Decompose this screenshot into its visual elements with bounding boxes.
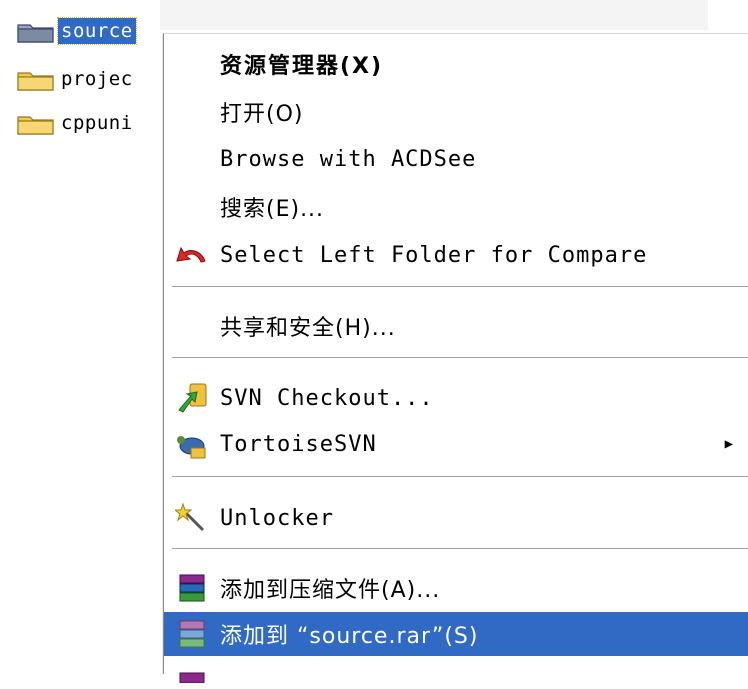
unlocker-wand-icon	[172, 502, 212, 534]
menu-item-open[interactable]: 打开(O)	[164, 90, 748, 134]
folder-name[interactable]: source	[57, 17, 137, 45]
undo-arrow-icon	[172, 239, 212, 271]
folder-item-projec[interactable]: projec	[16, 66, 136, 92]
menu-item-label: 资源管理器(X)	[220, 54, 384, 79]
menu-item-add-to-source-rar[interactable]: 添加到 “source.rar”(S)	[164, 612, 748, 656]
menu-item-svn-checkout[interactable]: SVN Checkout...	[164, 376, 748, 420]
pane-header-strip	[160, 0, 708, 30]
menu-item-label: SVN Checkout...	[220, 385, 434, 411]
menu-item-search[interactable]: 搜索(E)...	[164, 185, 748, 229]
menu-item-label: 添加到 “source.rar”(S)	[220, 624, 479, 649]
submenu-arrow-icon: ▶	[724, 436, 733, 452]
menu-item-explorer[interactable]: 资源管理器(X)	[164, 42, 748, 86]
folder-item-cppuni[interactable]: cppuni	[16, 110, 136, 136]
menu-separator	[172, 476, 748, 478]
menu-item-add-to-archive[interactable]: 添加到压缩文件(A)...	[164, 566, 748, 610]
menu-item-label: 搜索(E)...	[220, 197, 325, 222]
folder-name[interactable]: cppuni	[58, 110, 136, 136]
menu-item-label: 添加到压缩文件(A)...	[220, 578, 441, 603]
folder-name[interactable]: projec	[58, 66, 136, 92]
menu-separator	[172, 286, 748, 288]
menu-item-label: TortoiseSVN	[220, 431, 377, 457]
menu-item-browse-acdsee[interactable]: Browse with ACDSee	[164, 137, 748, 181]
folder-icon	[16, 112, 56, 135]
menu-item-label: Browse with ACDSee	[220, 146, 477, 172]
winrar-icon	[172, 572, 212, 604]
tortoisesvn-icon	[172, 428, 212, 460]
svn-checkout-icon	[172, 382, 212, 414]
folder-icon	[16, 68, 56, 91]
menu-separator	[172, 357, 748, 359]
context-menu: 资源管理器(X) 打开(O) Browse with ACDSee 搜索(E).…	[163, 33, 748, 683]
menu-item-share-security[interactable]: 共享和安全(H)...	[164, 304, 748, 348]
folder-open-icon	[16, 20, 56, 43]
menu-item-label: Select Left Folder for Compare	[220, 242, 648, 268]
menu-item-label: 共享和安全(H)...	[220, 316, 396, 341]
menu-item-select-left-folder[interactable]: Select Left Folder for Compare	[164, 233, 748, 277]
menu-item-tortoisesvn[interactable]: TortoiseSVN ▶	[164, 422, 748, 466]
menu-item-label: 打开(O)	[220, 102, 304, 127]
menu-item-label: Unlocker	[220, 505, 334, 531]
folder-item-source[interactable]: source	[16, 17, 137, 45]
menu-separator	[172, 548, 748, 550]
winrar-icon	[172, 657, 212, 689]
menu-item-partial[interactable]	[164, 658, 748, 688]
winrar-icon	[172, 618, 212, 650]
menu-item-unlocker[interactable]: Unlocker	[164, 496, 748, 540]
